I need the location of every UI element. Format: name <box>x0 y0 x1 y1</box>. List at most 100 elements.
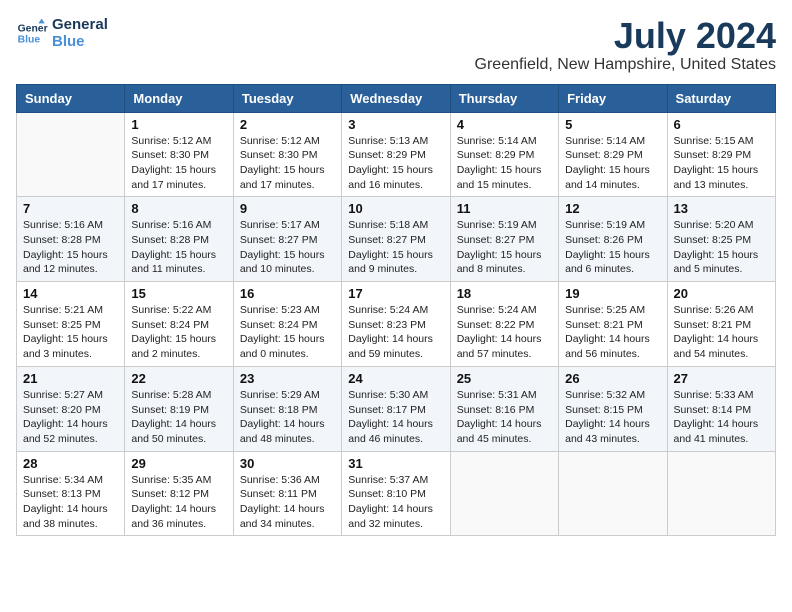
calendar-cell: 31 Sunrise: 5:37 AM Sunset: 8:10 PM Dayli… <box>342 451 450 536</box>
svg-text:Blue: Blue <box>18 35 41 46</box>
day-number: 20 <box>674 286 769 301</box>
logo-icon: General Blue <box>16 17 48 49</box>
calendar-cell <box>450 451 558 536</box>
day-info: Sunrise: 5:36 AM Sunset: 8:11 PM Dayligh… <box>240 473 335 532</box>
day-info: Sunrise: 5:29 AM Sunset: 8:18 PM Dayligh… <box>240 388 335 447</box>
day-number: 4 <box>457 117 552 132</box>
day-info: Sunrise: 5:14 AM Sunset: 8:29 PM Dayligh… <box>565 134 660 193</box>
day-number: 7 <box>23 201 118 216</box>
calendar-cell: 11 Sunrise: 5:19 AM Sunset: 8:27 PM Dayli… <box>450 197 558 282</box>
page-header: General Blue General Blue July 2024 Gree… <box>16 16 776 80</box>
day-info: Sunrise: 5:16 AM Sunset: 8:28 PM Dayligh… <box>23 218 118 277</box>
calendar-cell: 17 Sunrise: 5:24 AM Sunset: 8:23 PM Dayli… <box>342 282 450 367</box>
day-info: Sunrise: 5:23 AM Sunset: 8:24 PM Dayligh… <box>240 303 335 362</box>
day-number: 13 <box>674 201 769 216</box>
calendar-cell: 14 Sunrise: 5:21 AM Sunset: 8:25 PM Dayli… <box>17 282 125 367</box>
day-info: Sunrise: 5:37 AM Sunset: 8:10 PM Dayligh… <box>348 473 443 532</box>
day-number: 24 <box>348 371 443 386</box>
day-info: Sunrise: 5:24 AM Sunset: 8:23 PM Dayligh… <box>348 303 443 362</box>
calendar-cell: 30 Sunrise: 5:36 AM Sunset: 8:11 PM Dayli… <box>233 451 341 536</box>
day-info: Sunrise: 5:12 AM Sunset: 8:30 PM Dayligh… <box>131 134 226 193</box>
day-number: 2 <box>240 117 335 132</box>
calendar-cell <box>559 451 667 536</box>
day-number: 28 <box>23 456 118 471</box>
day-number: 23 <box>240 371 335 386</box>
day-info: Sunrise: 5:13 AM Sunset: 8:29 PM Dayligh… <box>348 134 443 193</box>
day-number: 11 <box>457 201 552 216</box>
calendar-cell: 1 Sunrise: 5:12 AM Sunset: 8:30 PM Daylig… <box>125 112 233 197</box>
day-number: 1 <box>131 117 226 132</box>
calendar-cell: 3 Sunrise: 5:13 AM Sunset: 8:29 PM Daylig… <box>342 112 450 197</box>
day-number: 16 <box>240 286 335 301</box>
calendar-cell: 6 Sunrise: 5:15 AM Sunset: 8:29 PM Daylig… <box>667 112 775 197</box>
day-info: Sunrise: 5:27 AM Sunset: 8:20 PM Dayligh… <box>23 388 118 447</box>
calendar-cell: 13Sunrise: 5:20 AM Sunset: 8:25 PM Dayli… <box>667 197 775 282</box>
day-info: Sunrise: 5:21 AM Sunset: 8:25 PM Dayligh… <box>23 303 118 362</box>
day-number: 31 <box>348 456 443 471</box>
day-number: 21 <box>23 371 118 386</box>
title-block: July 2024 Greenfield, New Hampshire, Uni… <box>475 16 776 80</box>
day-info: Sunrise: 5:28 AM Sunset: 8:19 PM Dayligh… <box>131 388 226 447</box>
day-info: Sunrise: 5:14 AM Sunset: 8:29 PM Dayligh… <box>457 134 552 193</box>
day-number: 27 <box>674 371 769 386</box>
calendar-cell: 29Sunrise: 5:35 AM Sunset: 8:12 PM Dayli… <box>125 451 233 536</box>
calendar-cell <box>17 112 125 197</box>
calendar-cell: 27 Sunrise: 5:33 AM Sunset: 8:14 PM Dayli… <box>667 366 775 451</box>
calendar-cell: 5 Sunrise: 5:14 AM Sunset: 8:29 PM Daylig… <box>559 112 667 197</box>
calendar-cell <box>667 451 775 536</box>
column-header-wednesday: Wednesday <box>342 84 450 112</box>
column-header-saturday: Saturday <box>667 84 775 112</box>
main-title: July 2024 <box>475 16 776 56</box>
calendar-cell: 15 Sunrise: 5:22 AM Sunset: 8:24 PM Dayli… <box>125 282 233 367</box>
day-info: Sunrise: 5:17 AM Sunset: 8:27 PM Dayligh… <box>240 218 335 277</box>
calendar-header-row: SundayMondayTuesdayWednesdayThursdayFrid… <box>17 84 776 112</box>
calendar-cell: 23 Sunrise: 5:29 AM Sunset: 8:18 PM Dayli… <box>233 366 341 451</box>
day-number: 6 <box>674 117 769 132</box>
day-number: 5 <box>565 117 660 132</box>
day-number: 9 <box>240 201 335 216</box>
day-number: 14 <box>23 286 118 301</box>
calendar-cell: 16 Sunrise: 5:23 AM Sunset: 8:24 PM Dayli… <box>233 282 341 367</box>
day-info: Sunrise: 5:30 AM Sunset: 8:17 PM Dayligh… <box>348 388 443 447</box>
calendar-table: SundayMondayTuesdayWednesdayThursdayFrid… <box>16 84 776 537</box>
calendar-cell: 25Sunrise: 5:31 AM Sunset: 8:16 PM Dayli… <box>450 366 558 451</box>
day-info: Sunrise: 5:25 AM Sunset: 8:21 PM Dayligh… <box>565 303 660 362</box>
day-number: 3 <box>348 117 443 132</box>
calendar-week-3: 14 Sunrise: 5:21 AM Sunset: 8:25 PM Dayli… <box>17 282 776 367</box>
svg-text:General: General <box>18 23 48 34</box>
day-number: 15 <box>131 286 226 301</box>
calendar-cell: 12Sunrise: 5:19 AM Sunset: 8:26 PM Dayli… <box>559 197 667 282</box>
column-header-friday: Friday <box>559 84 667 112</box>
day-info: Sunrise: 5:16 AM Sunset: 8:28 PM Dayligh… <box>131 218 226 277</box>
calendar-cell: 26Sunrise: 5:32 AM Sunset: 8:15 PM Dayli… <box>559 366 667 451</box>
column-header-thursday: Thursday <box>450 84 558 112</box>
column-header-tuesday: Tuesday <box>233 84 341 112</box>
logo-line1: General <box>52 16 108 33</box>
day-number: 30 <box>240 456 335 471</box>
day-number: 18 <box>457 286 552 301</box>
calendar-cell: 20 Sunrise: 5:26 AM Sunset: 8:21 PM Dayli… <box>667 282 775 367</box>
day-info: Sunrise: 5:26 AM Sunset: 8:21 PM Dayligh… <box>674 303 769 362</box>
day-info: Sunrise: 5:15 AM Sunset: 8:29 PM Dayligh… <box>674 134 769 193</box>
day-info: Sunrise: 5:35 AM Sunset: 8:12 PM Dayligh… <box>131 473 226 532</box>
day-info: Sunrise: 5:33 AM Sunset: 8:14 PM Dayligh… <box>674 388 769 447</box>
day-info: Sunrise: 5:34 AM Sunset: 8:13 PM Dayligh… <box>23 473 118 532</box>
day-info: Sunrise: 5:19 AM Sunset: 8:26 PM Dayligh… <box>565 218 660 277</box>
calendar-week-4: 21 Sunrise: 5:27 AM Sunset: 8:20 PM Dayli… <box>17 366 776 451</box>
calendar-cell: 28 Sunrise: 5:34 AM Sunset: 8:13 PM Dayli… <box>17 451 125 536</box>
calendar-cell: 19Sunrise: 5:25 AM Sunset: 8:21 PM Dayli… <box>559 282 667 367</box>
day-info: Sunrise: 5:31 AM Sunset: 8:16 PM Dayligh… <box>457 388 552 447</box>
subtitle: Greenfield, New Hampshire, United States <box>475 56 776 74</box>
day-info: Sunrise: 5:22 AM Sunset: 8:24 PM Dayligh… <box>131 303 226 362</box>
day-number: 10 <box>348 201 443 216</box>
day-number: 17 <box>348 286 443 301</box>
calendar-cell: 18Sunrise: 5:24 AM Sunset: 8:22 PM Dayli… <box>450 282 558 367</box>
calendar-cell: 21 Sunrise: 5:27 AM Sunset: 8:20 PM Dayli… <box>17 366 125 451</box>
day-info: Sunrise: 5:19 AM Sunset: 8:27 PM Dayligh… <box>457 218 552 277</box>
calendar-cell: 9 Sunrise: 5:17 AM Sunset: 8:27 PM Daylig… <box>233 197 341 282</box>
column-header-sunday: Sunday <box>17 84 125 112</box>
calendar-cell: 24 Sunrise: 5:30 AM Sunset: 8:17 PM Dayli… <box>342 366 450 451</box>
calendar-cell: 2Sunrise: 5:12 AM Sunset: 8:30 PM Daylig… <box>233 112 341 197</box>
calendar-week-2: 7 Sunrise: 5:16 AM Sunset: 8:28 PM Daylig… <box>17 197 776 282</box>
day-number: 8 <box>131 201 226 216</box>
